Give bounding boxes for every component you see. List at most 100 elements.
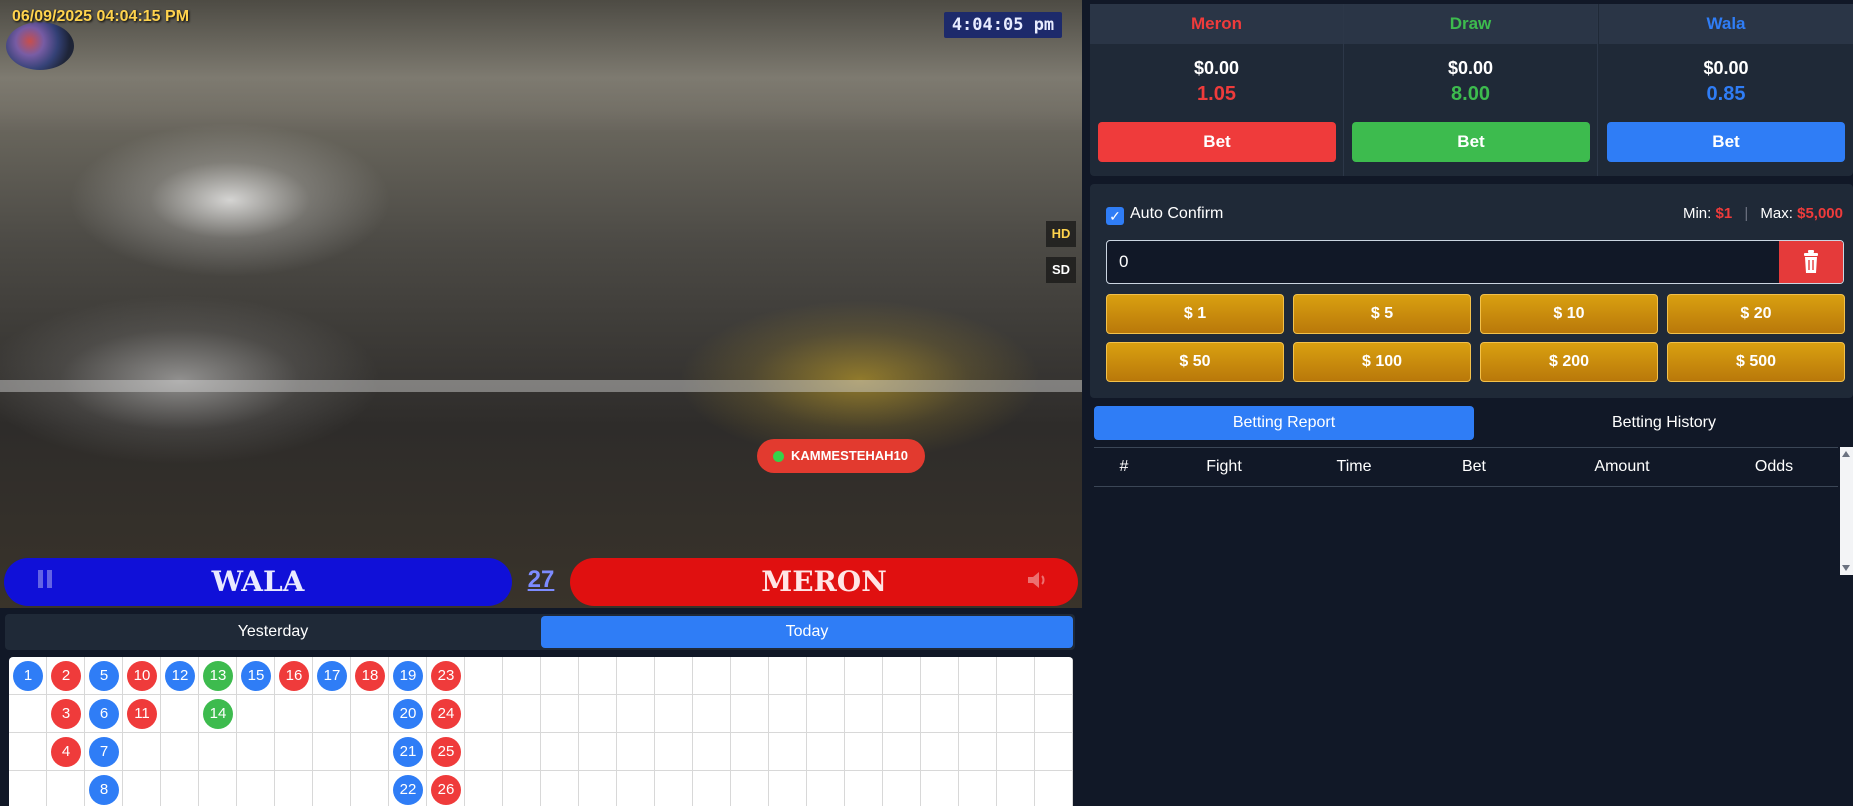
result-ball: 12 (165, 661, 195, 691)
volume-icon[interactable] (1026, 570, 1050, 590)
grid-cell (655, 657, 693, 695)
result-ball: 14 (203, 699, 233, 729)
column-header-time: Time (1336, 458, 1372, 475)
tab-today[interactable]: Today (541, 616, 1073, 648)
chip-1-button[interactable]: $ 1 (1106, 294, 1284, 334)
grid-cell (845, 771, 883, 806)
player-tag: KAMMESTEHAH10 (757, 439, 925, 473)
bet-option-odds: 0.85 (1706, 83, 1746, 105)
bet-meron-button[interactable]: Bet (1098, 122, 1336, 162)
scroll-up-arrow-icon[interactable] (1842, 451, 1850, 457)
result-ball: 4 (51, 737, 81, 767)
result-ball: 25 (431, 737, 461, 767)
grid-cell (1035, 733, 1073, 771)
quality-hd-button[interactable]: HD (1046, 221, 1076, 247)
grid-cell: 21 (389, 733, 427, 771)
pause-icon[interactable] (36, 570, 54, 588)
grid-cell (731, 771, 769, 806)
grid-cell: 11 (123, 695, 161, 733)
column-header-amount: Amount (1594, 458, 1650, 475)
tab-yesterday[interactable]: Yesterday (7, 616, 539, 648)
stream-logo (6, 22, 74, 70)
grid-cell (1035, 657, 1073, 695)
grid-cell (237, 771, 275, 806)
chip-50-button[interactable]: $ 50 (1106, 342, 1284, 382)
grid-cell (541, 733, 579, 771)
chip-10-button[interactable]: $ 10 (1480, 294, 1658, 334)
grid-cell: 4 (47, 733, 85, 771)
grid-cell (921, 657, 959, 695)
grid-cell: 18 (351, 657, 389, 695)
grid-cell (465, 771, 503, 806)
grid-cell (275, 771, 313, 806)
bet-wala-button[interactable]: Bet (1607, 122, 1845, 162)
stake-panel: ✓Auto Confirm Min: $1 | Max: $5,000 $ 1 … (1090, 184, 1853, 398)
result-ball: 26 (431, 775, 461, 805)
grid-cell (199, 733, 237, 771)
grid-cell (313, 771, 351, 806)
live-video-player[interactable]: 06/09/2025 04:04:15 PM 4:04:05 pm HD SD … (0, 0, 1082, 608)
grid-cell: 25 (427, 733, 465, 771)
grid-cell: 3 (47, 695, 85, 733)
result-ball: 15 (241, 661, 271, 691)
grid-cell (579, 733, 617, 771)
grid-cell (845, 695, 883, 733)
grid-cell (845, 657, 883, 695)
grid-cell: 26 (427, 771, 465, 806)
grid-cell (541, 771, 579, 806)
grid-cell (9, 733, 47, 771)
bet-option-title: Draw (1344, 4, 1597, 44)
grid-cell (997, 733, 1035, 771)
chip-5-button[interactable]: $ 5 (1293, 294, 1471, 334)
grid-cell (997, 695, 1035, 733)
grid-cell: 10 (123, 657, 161, 695)
bet-amount-input[interactable] (1107, 241, 1777, 283)
grid-cell (807, 771, 845, 806)
result-ball: 23 (431, 661, 461, 691)
grid-cell (503, 771, 541, 806)
grid-cell (1035, 771, 1073, 806)
grid-cell: 20 (389, 695, 427, 733)
auto-confirm-checkbox[interactable]: ✓ (1106, 207, 1124, 225)
report-scrollbar[interactable] (1840, 447, 1853, 575)
auto-confirm[interactable]: ✓ Auto Confirm (1106, 204, 1223, 225)
grid-cell (997, 771, 1035, 806)
grid-cell (959, 733, 997, 771)
chip-100-button[interactable]: $ 100 (1293, 342, 1471, 382)
bet-option-amount: $0.00 (1703, 58, 1749, 78)
bet-option-wala: Wala $0.00 0.85 Bet (1599, 4, 1853, 176)
fight-banner: WALA 27 MERON (0, 556, 1082, 608)
tab-betting-report[interactable]: Betting Report (1094, 406, 1474, 440)
bet-option-amount: $0.00 (1193, 58, 1240, 78)
grid-cell (503, 657, 541, 695)
grid-cell (579, 695, 617, 733)
grid-cell: 13 (199, 657, 237, 695)
max-label: Max: (1760, 205, 1793, 222)
result-ball: 10 (127, 661, 157, 691)
grid-cell (883, 733, 921, 771)
grid-cell (693, 695, 731, 733)
grid-cell (997, 657, 1035, 695)
grid-cell (161, 733, 199, 771)
grid-cell: 14 (199, 695, 237, 733)
chip-20-button[interactable]: $ 20 (1667, 294, 1845, 334)
wala-banner: WALA (4, 558, 512, 606)
chip-500-button[interactable]: $ 500 (1667, 342, 1845, 382)
grid-cell (959, 657, 997, 695)
clear-amount-button[interactable] (1779, 241, 1843, 283)
grid-cell (9, 695, 47, 733)
grid-cell: 7 (85, 733, 123, 771)
bet-draw-button[interactable]: Bet (1352, 122, 1590, 162)
grid-cell (655, 695, 693, 733)
grid-cell (769, 733, 807, 771)
chip-200-button[interactable]: $ 200 (1480, 342, 1658, 382)
grid-cell (617, 695, 655, 733)
bet-limits: Min: $1 | Max: $5,000 (1683, 204, 1843, 224)
scroll-down-arrow-icon[interactable] (1842, 565, 1850, 571)
quality-sd-button[interactable]: SD (1046, 257, 1076, 283)
grid-cell (731, 733, 769, 771)
grid-cell (1035, 695, 1073, 733)
left-column: 06/09/2025 04:04:15 PM 4:04:05 pm HD SD … (0, 0, 1082, 806)
result-ball: 11 (127, 699, 157, 729)
tab-betting-history[interactable]: Betting History (1474, 406, 1853, 440)
